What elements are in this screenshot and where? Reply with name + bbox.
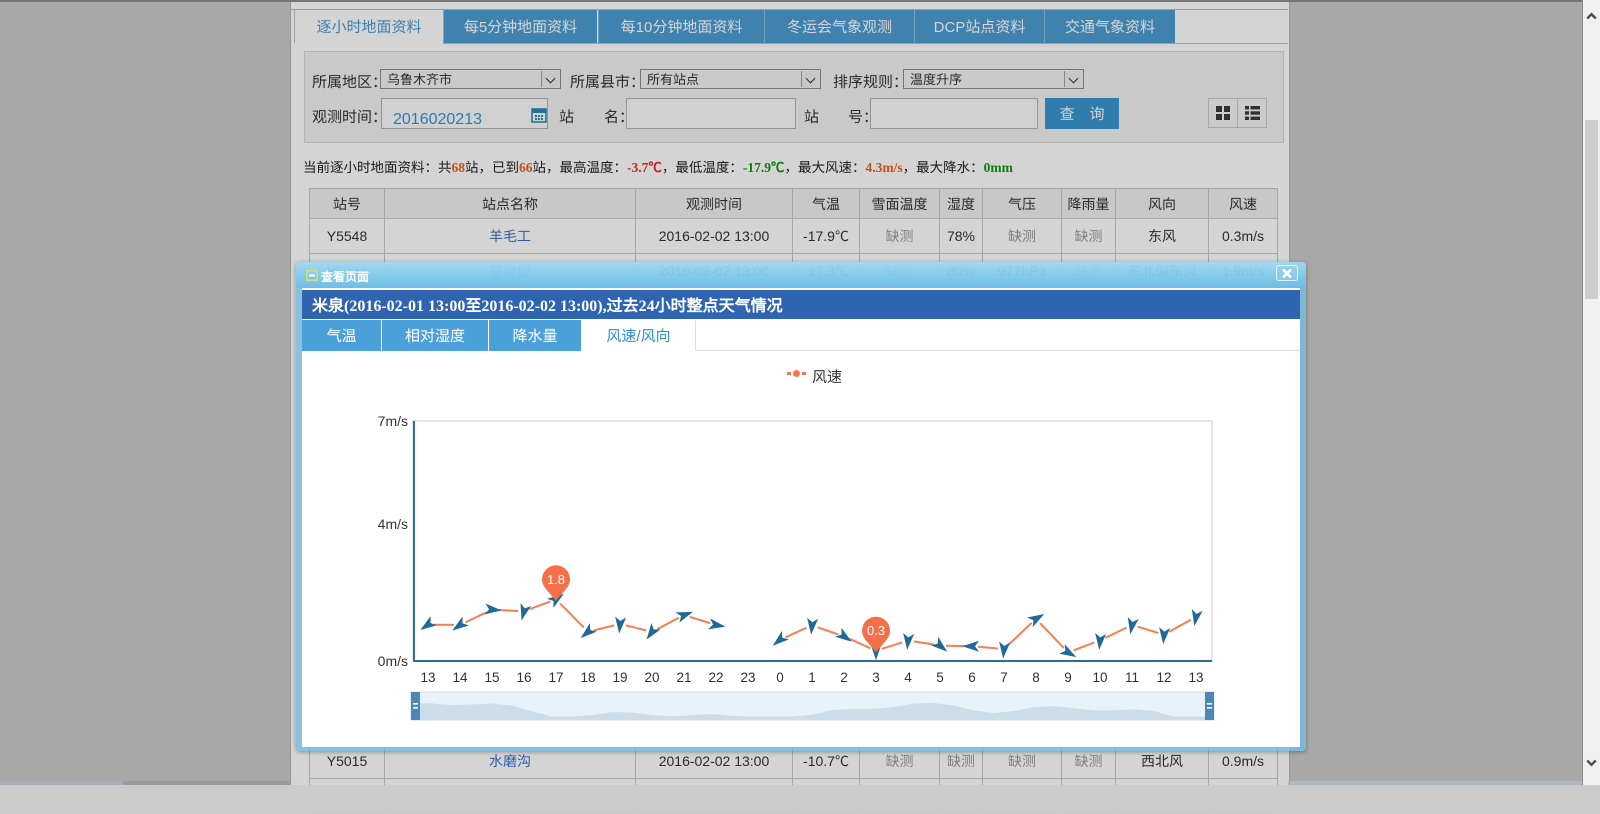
svg-text:19: 19 — [612, 670, 627, 685]
svg-text:17: 17 — [548, 670, 563, 685]
svg-text:6: 6 — [968, 670, 976, 685]
svg-text:22: 22 — [708, 670, 723, 685]
svg-text:20: 20 — [644, 670, 659, 685]
svg-text:2: 2 — [840, 670, 848, 685]
svg-text:23: 23 — [740, 670, 755, 685]
svg-text:9: 9 — [1064, 670, 1072, 685]
svg-text:13: 13 — [1188, 670, 1203, 685]
svg-text:13: 13 — [420, 670, 435, 685]
svg-text:10: 10 — [1092, 670, 1107, 685]
svg-text:11: 11 — [1125, 670, 1139, 685]
svg-text:1.8: 1.8 — [547, 572, 565, 587]
svg-text:21: 21 — [676, 670, 691, 685]
svg-text:4: 4 — [904, 670, 912, 685]
svg-text:5: 5 — [936, 670, 944, 685]
svg-text:4m/s: 4m/s — [378, 516, 408, 532]
svg-text:7m/s: 7m/s — [378, 413, 408, 429]
svg-text:0m/s: 0m/s — [378, 653, 408, 669]
svg-text:12: 12 — [1156, 670, 1171, 685]
svg-text:1: 1 — [808, 670, 816, 685]
svg-text:0: 0 — [776, 670, 784, 685]
svg-text:15: 15 — [484, 670, 499, 685]
svg-text:0.3: 0.3 — [867, 623, 885, 638]
svg-text:16: 16 — [516, 670, 531, 685]
svg-text:18: 18 — [580, 670, 595, 685]
svg-text:14: 14 — [452, 670, 468, 685]
svg-text:7: 7 — [1000, 670, 1008, 685]
svg-text:3: 3 — [872, 670, 880, 685]
svg-text:8: 8 — [1032, 670, 1040, 685]
